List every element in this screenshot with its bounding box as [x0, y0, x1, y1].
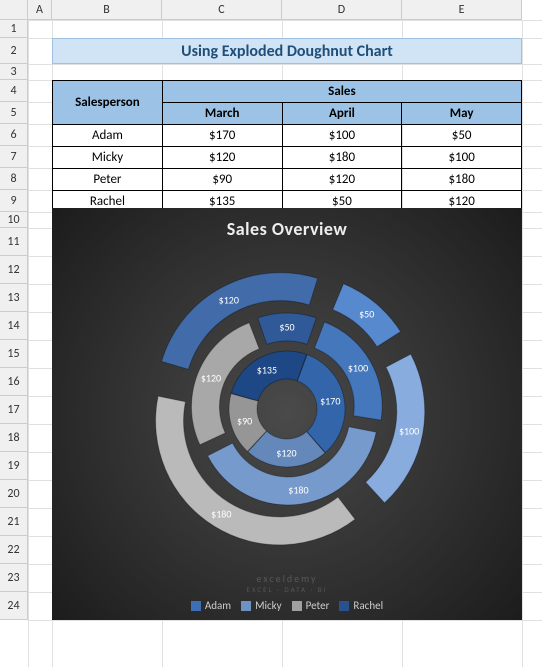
- legend-swatch: [292, 601, 302, 611]
- cell-value: $180: [402, 169, 522, 191]
- data-label: $90: [237, 414, 252, 427]
- legend-swatch: [339, 601, 349, 611]
- data-label: $120: [219, 293, 239, 306]
- row-header-15[interactable]: 15: [0, 340, 28, 368]
- col-header-E[interactable]: E: [402, 0, 522, 20]
- row-header-24[interactable]: 24: [0, 592, 28, 620]
- row-header-16[interactable]: 16: [0, 368, 28, 396]
- legend-swatch: [191, 601, 201, 611]
- row-header-6[interactable]: 6: [0, 124, 28, 146]
- row-header-5[interactable]: 5: [0, 102, 28, 124]
- page-title: Using Exploded Doughnut Chart: [52, 38, 522, 64]
- table-row[interactable]: Micky$120$180$100: [53, 147, 522, 169]
- row-header-12[interactable]: 12: [0, 256, 28, 284]
- th-sales: Sales: [162, 81, 521, 103]
- row-header-18[interactable]: 18: [0, 424, 28, 452]
- th-month: April: [282, 103, 402, 125]
- legend-label: Rachel: [353, 599, 383, 612]
- sales-table[interactable]: SalespersonSalesMarchAprilMayAdam$170$10…: [52, 80, 522, 213]
- chart-area[interactable]: Sales Overview exceldemyEXCEL · DATA · BI…: [52, 208, 522, 620]
- data-label: $100: [399, 424, 419, 437]
- cell-value: $90: [162, 169, 282, 191]
- chart-legend: Adam Micky Peter Rachel: [52, 599, 522, 612]
- table-row[interactable]: Peter$90$120$180: [53, 169, 522, 191]
- col-header-D[interactable]: D: [282, 0, 402, 20]
- data-label: $120: [201, 372, 221, 385]
- row-header-11[interactable]: 11: [0, 228, 28, 256]
- col-header-B[interactable]: B: [52, 0, 162, 20]
- row-header-19[interactable]: 19: [0, 452, 28, 480]
- row-header-13[interactable]: 13: [0, 284, 28, 312]
- cell-name: Peter: [53, 169, 163, 191]
- row-header-8[interactable]: 8: [0, 168, 28, 190]
- data-label: $170: [320, 394, 340, 407]
- row-header-20[interactable]: 20: [0, 480, 28, 508]
- cell-name: Adam: [53, 125, 163, 147]
- cell-value: $170: [162, 125, 282, 147]
- data-label: $50: [279, 321, 294, 334]
- watermark: exceldemyEXCEL · DATA · BI: [52, 572, 522, 594]
- data-label: $180: [288, 484, 308, 497]
- data-label: $135: [257, 363, 277, 376]
- row-header-7[interactable]: 7: [0, 146, 28, 168]
- data-label: $50: [359, 308, 374, 321]
- legend-label: Adam: [205, 599, 231, 612]
- cell-grid[interactable]: Using Exploded Doughnut Chart Salesperson…: [28, 20, 542, 667]
- cell-value: $120: [282, 169, 402, 191]
- chart-title: Sales Overview: [52, 208, 522, 240]
- cell-value: $120: [162, 147, 282, 169]
- legend-item[interactable]: Adam: [191, 599, 231, 612]
- cell-value: $100: [402, 147, 522, 169]
- watermark-line2: EXCEL · DATA · BI: [52, 585, 522, 594]
- row-header-1[interactable]: 1: [0, 20, 28, 38]
- donut-wrap: $170 $120 $90 $135 $100 $180 $120 $50 $50 $100 $18…: [52, 248, 522, 570]
- cell-value: $100: [282, 125, 402, 147]
- table-row[interactable]: Adam$170$100$50: [53, 125, 522, 147]
- row-header-21[interactable]: 21: [0, 508, 28, 536]
- select-all-corner[interactable]: [0, 0, 28, 20]
- col-header-C[interactable]: C: [162, 0, 282, 20]
- cell-value: $50: [402, 125, 522, 147]
- th-month: March: [162, 103, 282, 125]
- data-label: $100: [348, 362, 368, 375]
- row-header-2[interactable]: 2: [0, 38, 28, 64]
- row-header-14[interactable]: 14: [0, 312, 28, 340]
- row-header-4[interactable]: 4: [0, 80, 28, 102]
- row-header-23[interactable]: 23: [0, 564, 28, 592]
- row-header-17[interactable]: 17: [0, 396, 28, 424]
- legend-item[interactable]: Peter: [292, 599, 330, 612]
- col-header-A[interactable]: A: [28, 0, 52, 20]
- row-headers: 123456789101112131415161718192021222324: [0, 20, 28, 620]
- legend-label: Micky: [255, 599, 282, 612]
- legend-swatch: [241, 601, 251, 611]
- watermark-line1: exceldemy: [52, 572, 522, 585]
- row-header-3[interactable]: 3: [0, 64, 28, 80]
- data-label: $180: [211, 508, 231, 521]
- legend-label: Peter: [306, 599, 330, 612]
- row-header-9[interactable]: 9: [0, 190, 28, 212]
- column-headers: ABCDE: [28, 0, 522, 20]
- data-label: $120: [276, 446, 296, 459]
- cell-value: $180: [282, 147, 402, 169]
- cell-name: Micky: [53, 147, 163, 169]
- th-salesperson: Salesperson: [53, 81, 163, 125]
- row-header-22[interactable]: 22: [0, 536, 28, 564]
- th-month: May: [402, 103, 522, 125]
- donut-chart[interactable]: [147, 269, 427, 549]
- row-header-10[interactable]: 10: [0, 212, 28, 228]
- legend-item[interactable]: Micky: [241, 599, 282, 612]
- legend-item[interactable]: Rachel: [339, 599, 383, 612]
